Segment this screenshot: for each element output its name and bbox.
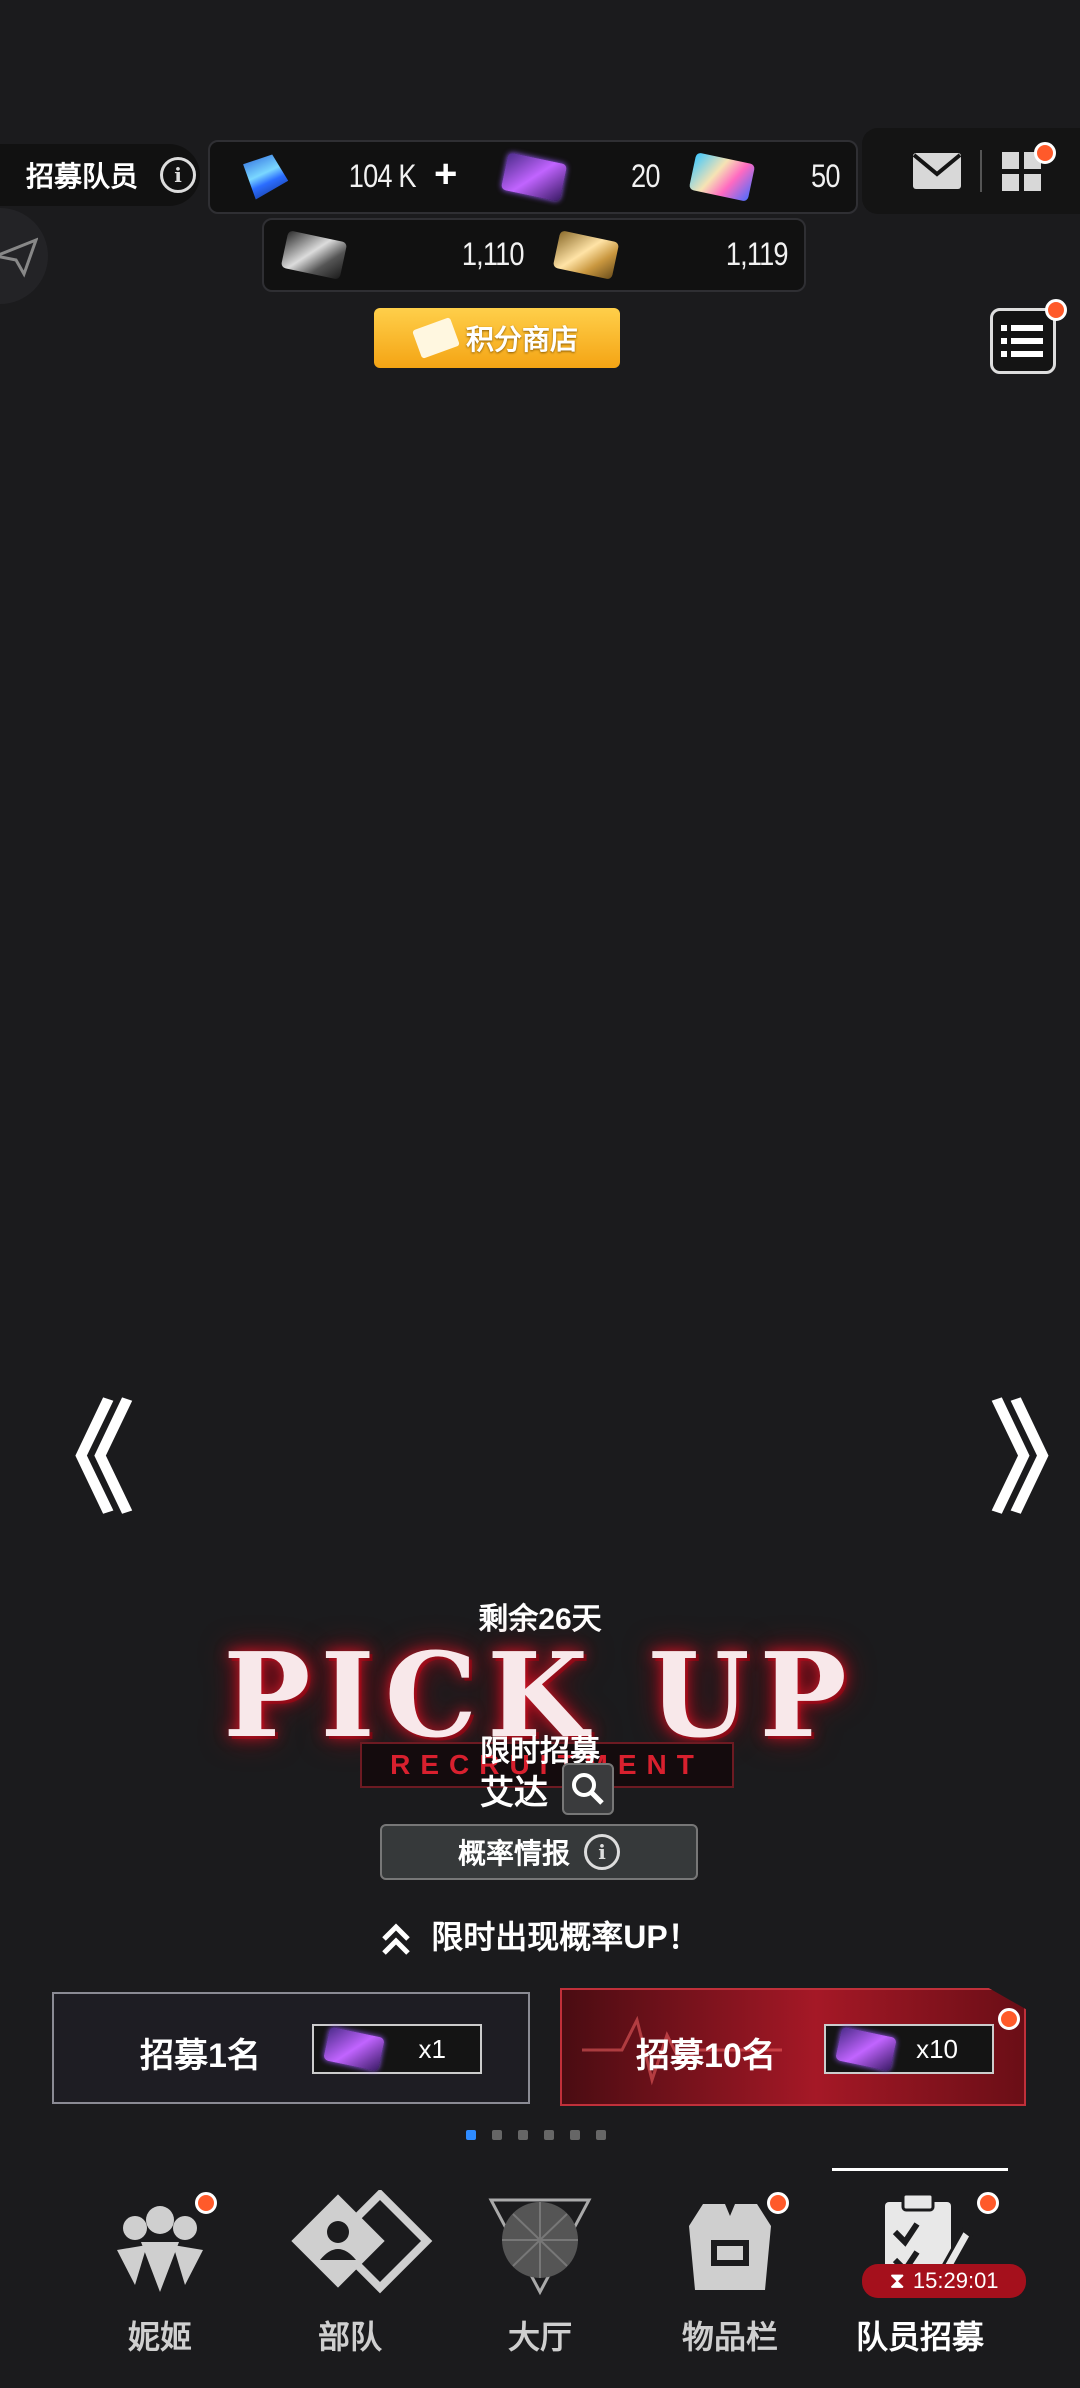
menu-badge xyxy=(1045,299,1067,321)
recruit-10-cost-value: x10 xyxy=(916,2033,958,2064)
recruit-timer: ⧗ 15:29:01 xyxy=(862,2264,1026,2298)
pager-dot[interactable] xyxy=(492,2130,502,2140)
page-title-pill: 招募队员 i xyxy=(0,144,200,206)
purple-ticket-icon xyxy=(835,2026,897,2072)
squad-icon xyxy=(291,2188,433,2300)
nav-squad-label: 部队 xyxy=(317,2319,382,2355)
bottom-nav: 妮姬 部队 大厅 物品栏 ⧗ 15:29:01 队员招募 xyxy=(0,2168,1080,2388)
list-menu-button[interactable] xyxy=(990,299,1067,374)
nikke-icon xyxy=(105,2190,217,2300)
pager-dot[interactable] xyxy=(544,2130,554,2140)
purple-ticket-icon xyxy=(500,152,568,202)
recruit-1-label: 招募1名 xyxy=(140,2037,261,2075)
recruit-10-label: 招募10名 xyxy=(636,2037,776,2075)
share-tab[interactable] xyxy=(0,208,48,304)
probability-info-button[interactable]: 概率情报 i xyxy=(380,1824,698,1880)
character-row: 艾达 xyxy=(480,1762,614,1816)
recruit-10-badge xyxy=(998,2008,1020,2030)
info-icon[interactable]: i xyxy=(160,157,197,193)
character-search-button[interactable] xyxy=(562,1763,614,1815)
pager-dot[interactable] xyxy=(596,2130,606,2140)
rate-up-label: 限时出现概率UP！ xyxy=(431,1919,700,1955)
nav-inventory[interactable]: 物品栏 xyxy=(640,2168,820,2388)
silver-ticket-count: 1,110 xyxy=(462,236,525,272)
nav-inventory-label: 物品栏 xyxy=(681,2319,778,2355)
pager-dot[interactable] xyxy=(466,2130,476,2140)
points-shop-button[interactable]: 积分商店 xyxy=(374,308,620,368)
character-name: 艾达 xyxy=(480,1773,548,1812)
nav-squad[interactable]: 部队 xyxy=(260,2168,440,2388)
nav-recruit[interactable]: ⧗ 15:29:01 队员招募 xyxy=(830,2168,1026,2388)
rate-up-text: 限时出现概率UP！ xyxy=(0,1912,1080,1958)
gold-ticket-count: 1,119 xyxy=(726,236,789,272)
gem-count: 104 K xyxy=(349,158,417,194)
recruit-1-cost: x1 xyxy=(312,2024,482,2074)
search-icon xyxy=(572,1773,604,1805)
purple-ticket-icon xyxy=(323,2026,385,2072)
nav-recruit-label: 队员招募 xyxy=(855,2319,984,2355)
recruit-badge xyxy=(977,2192,999,2214)
next-banner-arrow[interactable]: 》 xyxy=(990,1400,1080,1520)
add-gem-button[interactable]: + xyxy=(434,154,457,194)
list-icon xyxy=(1001,325,1043,357)
send-icon xyxy=(0,237,38,278)
pager-dot[interactable] xyxy=(518,2130,528,2140)
points-shop-label: 积分商店 xyxy=(465,324,578,355)
rainbow-ticket-count: 50 xyxy=(811,158,840,194)
currency-bar-bottom: 1,110 1,119 xyxy=(262,218,806,292)
nikke-badge xyxy=(195,2192,217,2214)
lobby-icon xyxy=(485,2190,595,2300)
inventory-badge xyxy=(767,2192,789,2214)
nav-lobby[interactable]: 大厅 xyxy=(450,2168,630,2388)
banner-pager xyxy=(466,2130,606,2140)
hourglass-icon: ⧗ xyxy=(889,2268,905,2293)
page-title: 招募队员 xyxy=(26,161,139,192)
currency-bar-top: 104 K + 20 50 xyxy=(208,140,858,214)
nav-lobby-label: 大厅 xyxy=(507,2319,572,2355)
gold-ticket-icon xyxy=(552,230,620,280)
ticket-icon xyxy=(412,317,460,359)
double-chevron-up-icon xyxy=(382,1923,411,1955)
mail-icon[interactable] xyxy=(912,152,962,190)
recruit-timer-value: 15:29:01 xyxy=(912,2268,999,2293)
rainbow-ticket-icon xyxy=(688,152,756,202)
top-right-tools xyxy=(862,128,1080,214)
recruit-1-cost-value: x1 xyxy=(418,2033,446,2064)
prev-banner-arrow[interactable]: 《 xyxy=(14,1400,134,1520)
grid-badge xyxy=(1034,142,1056,164)
gem-icon xyxy=(233,146,295,208)
nav-nikke-label: 妮姬 xyxy=(127,2319,192,2355)
recruit-10-button[interactable]: 招募10名 x10 xyxy=(560,1988,1026,2106)
pager-dot[interactable] xyxy=(570,2130,580,2140)
info-icon: i xyxy=(584,1834,620,1870)
purple-ticket-count: 20 xyxy=(631,158,660,194)
silver-ticket-icon xyxy=(280,230,348,280)
inventory-icon xyxy=(675,2190,789,2300)
recruit-10-cost: x10 xyxy=(824,2024,994,2074)
nav-nikke[interactable]: 妮姬 xyxy=(70,2168,250,2388)
probability-label: 概率情报 xyxy=(457,1838,570,1869)
recruit-1-button[interactable]: 招募1名 x1 xyxy=(52,1992,530,2104)
